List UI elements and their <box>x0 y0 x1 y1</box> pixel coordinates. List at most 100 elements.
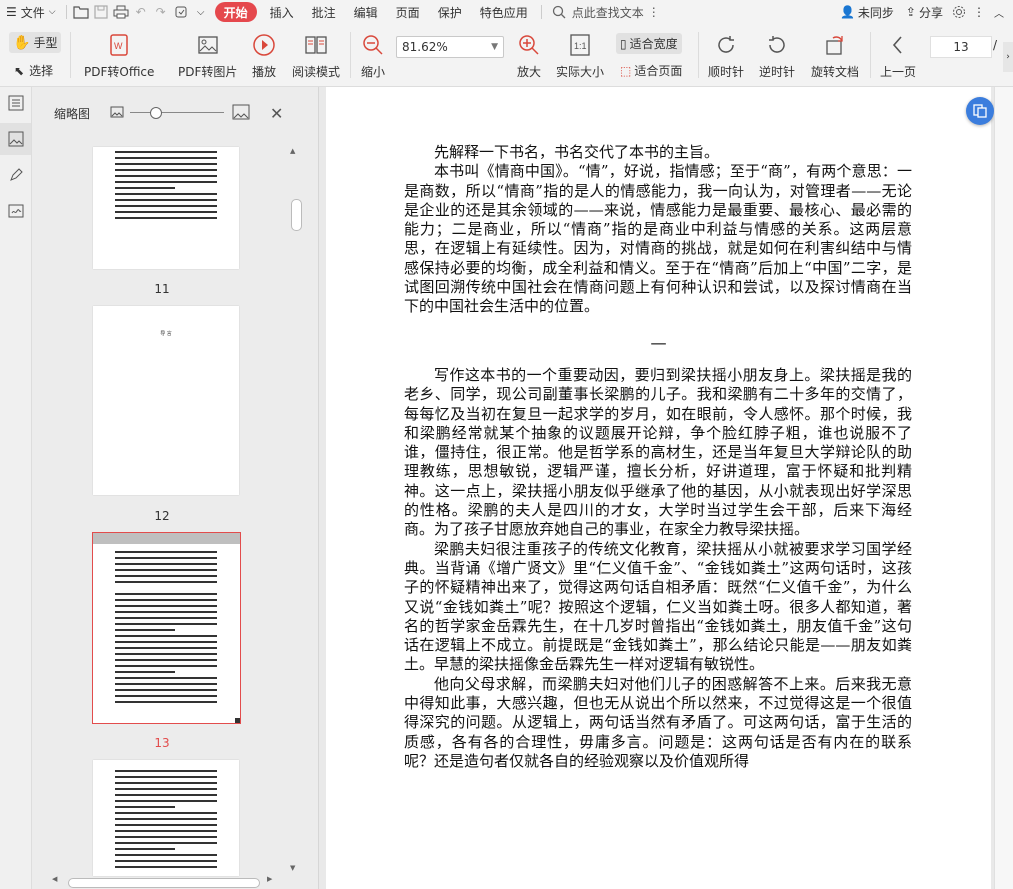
scroll-right-arrow[interactable]: ▶ <box>267 875 272 883</box>
scrollbar-thumb[interactable] <box>291 199 302 231</box>
scroll-up-arrow[interactable]: ▲ <box>290 147 295 155</box>
read-mode-button[interactable]: 阅读模式 <box>292 32 340 80</box>
tab-protect[interactable]: 保护 <box>429 0 471 24</box>
thumbnail-page-13[interactable] <box>92 532 241 724</box>
tab-features[interactable]: 特色应用 <box>471 0 537 24</box>
thumbnail-text-line <box>115 776 217 778</box>
thumbnail-page-12[interactable]: 导 言 <box>93 306 239 495</box>
thumbnail-visible-region <box>93 533 240 544</box>
redo-icon[interactable]: ↷ <box>151 2 171 22</box>
thumbnail-vertical-scrollbar[interactable]: ▲ ▼ <box>288 147 302 877</box>
book-icon <box>303 32 329 58</box>
thumbnail-text-line <box>115 211 217 213</box>
sync-status[interactable]: 👤 未同步 <box>834 0 900 24</box>
zoom-in-icon <box>516 32 542 58</box>
pdf-to-image-label: PDF转图片 <box>178 65 238 79</box>
fit-width-button[interactable]: ▯ 适合宽度 <box>616 33 682 54</box>
intro-text-block: 先解释一下书名，书名交代了本书的主旨。 本书叫《情商中国》。“情”，好说，指情感… <box>404 143 912 317</box>
rotate-counterclockwise-button[interactable]: 逆时针 <box>759 32 795 80</box>
annotation-panel-button[interactable] <box>0 159 31 191</box>
thumbnail-page-number: 11 <box>154 282 170 296</box>
actual-size-icon: 1:1 <box>567 32 593 58</box>
thumbnail-resize-handle[interactable] <box>235 718 240 723</box>
paragraph: 本书叫《情商中国》。“情”，好说，指情感；至于“商”，有两个意思：一是商数，所以… <box>404 162 912 316</box>
signature-panel-button[interactable] <box>0 195 31 227</box>
thumbnail-text-line <box>115 824 217 826</box>
pdf-to-image-button[interactable]: PDF转图片 <box>178 32 237 80</box>
zoom-in-label: 放大 <box>516 65 541 79</box>
page-separator-text: / <box>993 38 998 52</box>
zoom-level-select[interactable]: 81.62% ▼ <box>396 36 504 58</box>
rotate-clockwise-button[interactable]: 顺时针 <box>708 32 744 80</box>
open-folder-icon[interactable] <box>71 2 91 22</box>
scroll-left-arrow[interactable]: ◀ <box>52 875 57 883</box>
previous-page-button[interactable]: 上一页 <box>880 32 916 80</box>
thumbnail-page-14[interactable] <box>93 760 239 876</box>
thumbnail-text-line <box>115 635 217 637</box>
page-number-input[interactable]: 13 <box>930 36 992 58</box>
fit-page-button[interactable]: ⬚ 适合页面 <box>620 62 682 79</box>
thumbnail-horizontal-scrollbar[interactable]: ◀ ▶ <box>52 875 272 888</box>
thumbnail-text-line <box>115 569 217 571</box>
tab-page[interactable]: 页面 <box>387 0 429 24</box>
thumbnail-text-line <box>115 175 217 177</box>
thumbnail-text-line <box>115 611 217 613</box>
settings-gear-icon[interactable] <box>949 2 969 22</box>
actual-size-button[interactable]: 1:1 实际大小 <box>556 32 604 80</box>
file-menu[interactable]: ☰ 文件 ⌵ <box>0 0 62 24</box>
tab-edit[interactable]: 编辑 <box>345 0 387 24</box>
tab-insert[interactable]: 插入 <box>261 0 303 24</box>
rotate-document-button[interactable]: 旋转文档 <box>811 32 859 80</box>
page-number-value: 13 <box>953 40 969 54</box>
play-button[interactable]: 播放 <box>251 32 277 80</box>
thumbnail-size-slider[interactable] <box>130 107 225 119</box>
hand-tool-button[interactable]: ✋ 手型 <box>9 32 62 53</box>
thumbnail-text-line <box>115 647 217 649</box>
thumbnail-text-line <box>115 812 217 814</box>
chevron-down-icon[interactable]: ⌵ <box>191 2 211 22</box>
scroll-down-arrow[interactable]: ▼ <box>290 864 295 872</box>
play-icon <box>251 32 277 58</box>
outline-panel-button[interactable] <box>0 87 31 119</box>
thumbnail-text-line <box>115 581 217 583</box>
pdf-to-word-icon: W <box>106 32 132 58</box>
pdf-to-office-button[interactable]: W PDF转Office <box>84 32 154 80</box>
zoom-in-button[interactable]: 放大 <box>516 32 542 80</box>
undo-icon[interactable]: ↶ <box>131 2 151 22</box>
select-tool-button[interactable]: ⬉ 选择 <box>14 62 53 79</box>
document-vertical-scrollbar[interactable] <box>994 87 1013 889</box>
page-separator: / <box>993 38 997 52</box>
thumbnail-text-line <box>115 217 217 219</box>
more-icon[interactable]: ⋮ <box>969 2 989 22</box>
large-thumbnail-icon[interactable] <box>232 104 250 123</box>
floating-convert-button[interactable] <box>966 97 994 125</box>
thumbnail-text-line <box>115 818 217 820</box>
zoom-out-button[interactable]: 缩小 <box>360 32 386 80</box>
document-view[interactable]: 先解释一下书名，书名交代了本书的主旨。 本书叫《情商中国》。“情”，好说，指情感… <box>319 87 994 889</box>
rotate-document-label: 旋转文档 <box>811 65 860 79</box>
save-icon[interactable] <box>91 2 111 22</box>
section-number: 一 <box>650 335 667 354</box>
hand-label: 手型 <box>33 36 58 50</box>
ribbon-scroll-right[interactable]: › <box>1003 42 1013 72</box>
search-box[interactable]: 点此查找文本 ⋮ <box>552 4 660 21</box>
zoom-out-label: 缩小 <box>360 65 385 79</box>
scrollbar-thumb[interactable] <box>68 878 260 888</box>
close-icon[interactable]: ✕ <box>270 104 283 123</box>
thumbnail-text-line <box>115 599 217 601</box>
slider-knob[interactable] <box>150 107 163 119</box>
thumbnail-text-line <box>115 836 217 838</box>
small-thumbnail-icon[interactable] <box>110 106 124 121</box>
share-button[interactable]: ⇪ 分享 <box>900 0 949 24</box>
customize-icon[interactable] <box>171 2 191 22</box>
fit-page-label: 适合页面 <box>634 64 683 78</box>
more-icon[interactable]: ⋮ <box>648 5 660 19</box>
tab-annotate[interactable]: 批注 <box>303 0 345 24</box>
thumbnail-panel-button[interactable] <box>0 123 31 155</box>
tab-home[interactable]: 开始 <box>214 2 257 22</box>
paragraph: 梁鹏夫妇很注重孩子的传统文化教育，梁扶摇从小就被要求学习国学经典。当背诵《增广贤… <box>404 539 912 674</box>
file-label: 文件 <box>20 5 45 20</box>
print-icon[interactable] <box>111 2 131 22</box>
thumbnail-page-11[interactable] <box>93 147 239 269</box>
collapse-ribbon-icon[interactable]: ︿ <box>989 2 1009 22</box>
